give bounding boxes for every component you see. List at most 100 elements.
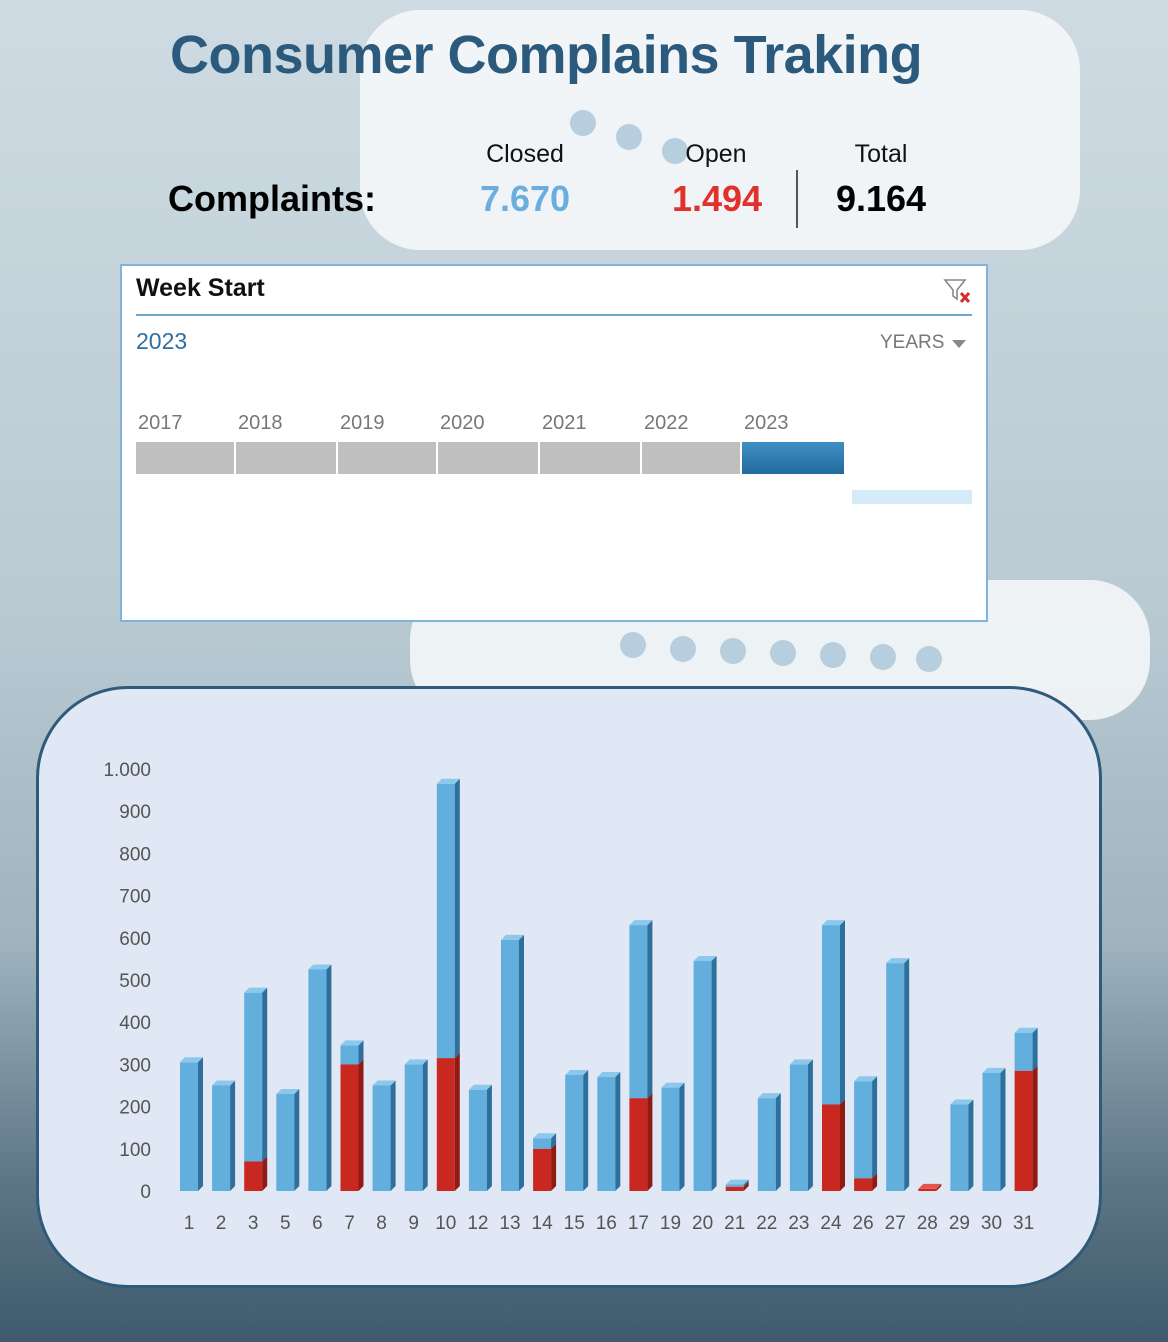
bar-closed-segment [757, 1093, 781, 1191]
background-dot [570, 110, 596, 136]
y-tick-label: 700 [119, 887, 151, 908]
bar-open-segment [340, 1059, 364, 1191]
year-label-2018: 2018 [238, 412, 283, 434]
bar-closed-segment [982, 1067, 1006, 1191]
year-label-2021: 2021 [542, 412, 587, 434]
x-tick-label: 28 [917, 1213, 938, 1234]
kpi-divider [796, 170, 798, 228]
year-bar-2022[interactable] [642, 442, 740, 474]
y-tick-label: 1.000 [103, 760, 151, 781]
year-bar-2017[interactable] [136, 442, 234, 474]
bar-closed-segment [950, 1099, 974, 1191]
year-label-2017: 2017 [138, 412, 183, 434]
x-tick-label: 31 [1013, 1213, 1034, 1234]
x-tick-label: 13 [499, 1213, 520, 1234]
x-tick-label: 30 [981, 1213, 1002, 1234]
clear-filter-icon[interactable] [942, 276, 974, 306]
x-tick-label: 16 [596, 1213, 617, 1234]
year-label-2023: 2023 [744, 412, 789, 434]
y-tick-label: 600 [119, 929, 151, 950]
bar-closed-segment [693, 956, 717, 1191]
chevron-down-icon[interactable] [952, 340, 966, 348]
bar-closed-segment [597, 1072, 621, 1191]
slicer-selection: 2023 [136, 328, 188, 354]
background-dot [916, 646, 942, 672]
bar-closed-segment [180, 1057, 203, 1191]
y-tick-label: 0 [140, 1182, 151, 1203]
x-tick-label: 5 [280, 1213, 291, 1234]
bar-closed-segment [340, 1040, 364, 1065]
y-tick-label: 400 [119, 1013, 151, 1034]
x-tick-label: 19 [660, 1213, 681, 1234]
closed-value: 7.670 [479, 178, 571, 219]
bar-closed-segment [789, 1059, 813, 1191]
complaints-label: Complaints: [168, 178, 377, 219]
bar-closed-segment [244, 987, 268, 1162]
bar-closed-segment [276, 1088, 300, 1191]
bar-closed-segment [854, 1076, 878, 1179]
background-dot [620, 632, 646, 658]
background-dot [720, 638, 746, 664]
y-tick-label: 100 [119, 1140, 151, 1161]
total-label: Total [854, 140, 908, 168]
year-label-2019: 2019 [340, 412, 385, 434]
x-tick-label: 23 [788, 1213, 809, 1234]
slicer-divider [136, 314, 972, 316]
chart-panel: 0 100 200 300 400 500 600 700 800 900 1.000 1 2 3 5 6 7 8… [36, 686, 1102, 1288]
year-bar-2023[interactable] [742, 442, 844, 474]
x-tick-label: 10 [435, 1213, 456, 1234]
y-tick-label: 500 [119, 971, 151, 992]
bar-closed-segment [212, 1080, 236, 1191]
bar-closed-segment [565, 1069, 589, 1191]
week-start-slicer[interactable]: Week Start 2023 YEARS 2017 2018 2019 202… [120, 264, 988, 622]
total-value: 9.164 [835, 178, 927, 219]
stacked-bar-chart: 01002003004005006007008009001.0001 2 3 5 6 7 8… [103, 760, 1038, 1234]
bar-closed-segment [308, 964, 332, 1191]
x-tick-label: 14 [532, 1213, 554, 1234]
x-tick-label: 24 [820, 1213, 842, 1234]
year-bar-2018[interactable] [236, 442, 336, 474]
x-tick-label: 29 [949, 1213, 970, 1234]
x-tick-label: 2 [216, 1213, 227, 1234]
x-tick-label: 6 [312, 1213, 323, 1234]
year-bar-2019[interactable] [338, 442, 436, 474]
bar-open-segment [533, 1143, 557, 1191]
x-tick-label: 15 [564, 1213, 585, 1234]
bar-closed-segment [436, 778, 460, 1059]
x-tick-label: 22 [756, 1213, 777, 1234]
bar-open-segment [918, 1183, 942, 1191]
x-tick-label: 27 [885, 1213, 906, 1234]
bar-closed-segment [822, 920, 845, 1105]
background-dot [770, 640, 796, 666]
y-tick-label: 300 [119, 1055, 151, 1076]
x-tick-label: 26 [853, 1213, 874, 1234]
bar-closed-segment [886, 958, 910, 1191]
timeline-scrollbar[interactable] [852, 490, 972, 504]
x-tick-label: 21 [724, 1213, 745, 1234]
bar-open-segment [244, 1156, 268, 1191]
x-tick-label: 9 [408, 1213, 419, 1234]
page-title: Consumer Complains Traking [170, 25, 923, 85]
y-tick-label: 200 [119, 1098, 151, 1119]
background-dot [820, 642, 846, 668]
x-tick-label: 20 [692, 1213, 713, 1234]
x-tick-label: 8 [376, 1213, 387, 1234]
bar-closed-segment [372, 1080, 396, 1191]
timeline-level-dropdown[interactable]: YEARS [880, 332, 944, 354]
bar-open-segment [1014, 1065, 1038, 1191]
slicer-title: Week Start [136, 274, 265, 302]
year-bar-2021[interactable] [540, 442, 640, 474]
y-tick-label: 800 [119, 844, 151, 865]
year-label-2020: 2020 [440, 412, 485, 434]
bar-open-segment [822, 1099, 845, 1191]
x-tick-label: 3 [248, 1213, 259, 1234]
x-tick-label: 1 [184, 1213, 195, 1234]
year-label-2022: 2022 [644, 412, 689, 434]
background-dot [670, 636, 696, 662]
open-value: 1.494 [671, 178, 763, 219]
year-bar-2020[interactable] [438, 442, 538, 474]
bar-open-segment [436, 1053, 460, 1191]
bar-closed-segment [1014, 1027, 1038, 1071]
background-dot [870, 644, 896, 670]
bar-closed-segment [501, 934, 524, 1191]
